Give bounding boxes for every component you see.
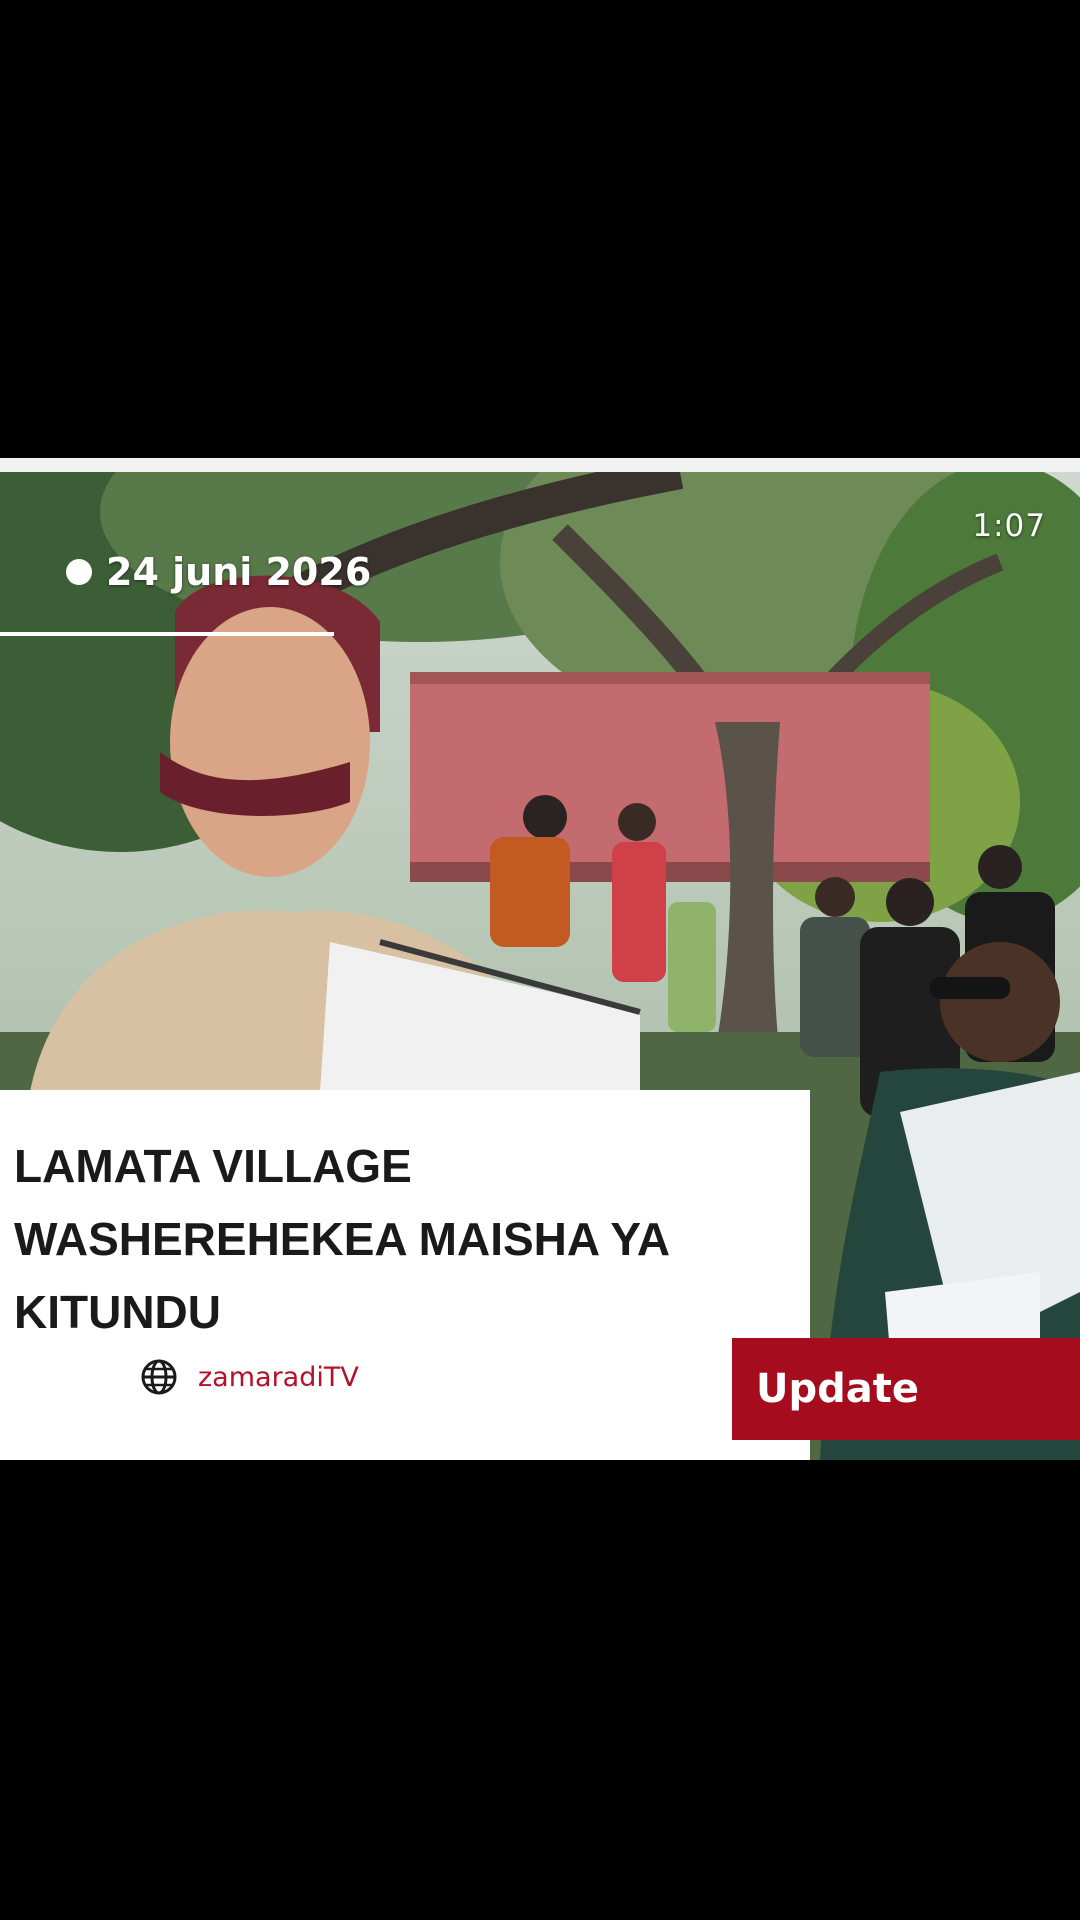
date-underline [0,632,334,636]
video-screen[interactable]: 1:07 24 juni 2026 LAMATA VILLAGE WASHERE… [0,0,1080,1920]
globe-icon [141,1359,177,1395]
headline: LAMATA VILLAGE WASHEREHEKEA MAISHA YA KI… [14,1140,671,1338]
date-badge: 24 juni 2026 [66,550,371,594]
video-top-border [0,458,1080,472]
headline-panel: LAMATA VILLAGE WASHEREHEKEA MAISHA YA KI… [0,1090,810,1460]
date-label: 24 juni 2026 [106,550,372,594]
source-label: zamaradiTV [198,1361,359,1393]
update-label: Update [756,1366,919,1412]
video-frame[interactable]: 1:07 24 juni 2026 LAMATA VILLAGE WASHERE… [0,472,1080,1460]
elapsed-time: 1:07 [972,508,1046,544]
update-banner: Update [732,1338,1080,1440]
source-credit: zamaradiTV [140,1358,359,1396]
bullet-dot-icon [66,559,92,585]
